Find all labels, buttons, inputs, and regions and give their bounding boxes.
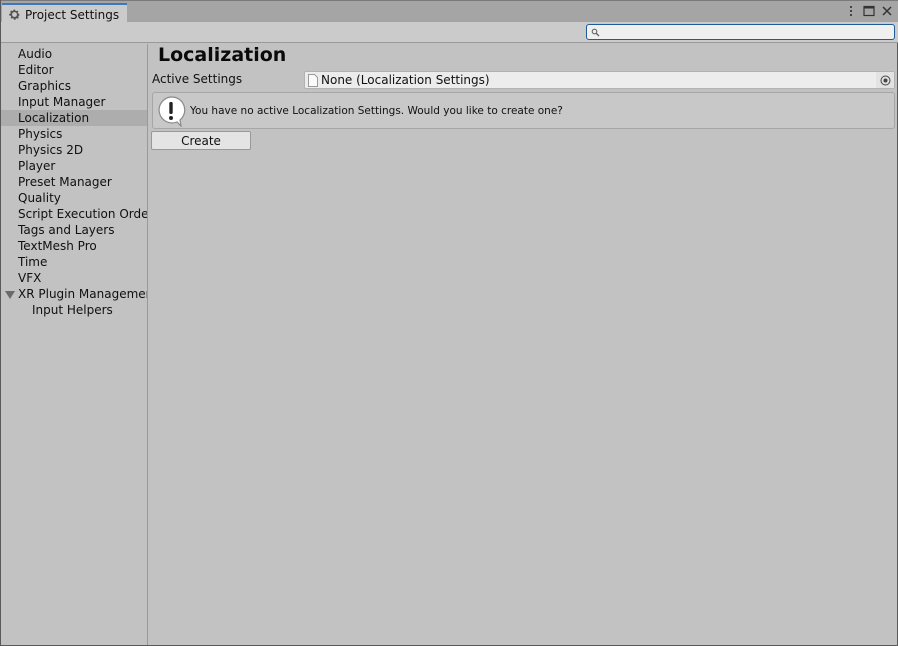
object-picker-icon[interactable]: [876, 72, 894, 88]
sidebar-item-player[interactable]: Player: [1, 158, 147, 174]
sidebar-item-xr-plugin-management[interactable]: XR Plugin Managemen: [1, 286, 147, 302]
search-icon: [591, 28, 600, 37]
toolbar: [1, 22, 898, 43]
page-title: Localization: [158, 44, 287, 66]
close-icon[interactable]: [880, 4, 894, 18]
window-controls: [844, 4, 894, 18]
settings-panel: Localization Active Settings None (Local…: [149, 44, 898, 645]
more-options-icon[interactable]: [844, 4, 858, 18]
expand-arrow-icon[interactable]: [5, 291, 15, 299]
sidebar-item-input-manager[interactable]: Input Manager: [1, 94, 147, 110]
sidebar-item-quality[interactable]: Quality: [1, 190, 147, 206]
active-settings-label: Active Settings: [152, 72, 243, 86]
warning-message: You have no active Localization Settings…: [190, 104, 563, 117]
warning-icon: [158, 95, 186, 127]
search-input[interactable]: [586, 24, 895, 40]
sidebar-item-physics[interactable]: Physics: [1, 126, 147, 142]
sidebar-item-preset-manager[interactable]: Preset Manager: [1, 174, 147, 190]
sidebar-item-graphics[interactable]: Graphics: [1, 78, 147, 94]
sidebar-item-textmesh-pro[interactable]: TextMesh Pro: [1, 238, 147, 254]
warning-help-box: You have no active Localization Settings…: [152, 92, 895, 129]
active-settings-field[interactable]: None (Localization Settings): [304, 71, 895, 89]
tab-title: Project Settings: [25, 7, 120, 22]
sidebar-item-input-helpers[interactable]: Input Helpers: [1, 302, 147, 318]
active-settings-value: None (Localization Settings): [321, 73, 490, 87]
sidebar-item-label: XR Plugin Managemen: [18, 287, 147, 301]
create-button[interactable]: Create: [151, 131, 251, 150]
sidebar-item-editor[interactable]: Editor: [1, 62, 147, 78]
sidebar-item-script-execution-order[interactable]: Script Execution Order: [1, 206, 147, 222]
tab-project-settings[interactable]: Project Settings: [2, 3, 127, 24]
sidebar-item-tags-and-layers[interactable]: Tags and Layers: [1, 222, 147, 238]
tab-bar: Project Settings: [1, 0, 898, 24]
sidebar-item-physics-2d[interactable]: Physics 2D: [1, 142, 147, 158]
document-icon: [308, 73, 318, 87]
project-settings-window: Project Settings Audio Editor Graphics I…: [0, 0, 898, 646]
sidebar-item-time[interactable]: Time: [1, 254, 147, 270]
sidebar-item-vfx[interactable]: VFX: [1, 270, 147, 286]
sidebar-item-localization[interactable]: Localization: [1, 110, 147, 126]
maximize-icon[interactable]: [862, 4, 876, 18]
sidebar-item-audio[interactable]: Audio: [1, 46, 147, 62]
gear-icon: [9, 9, 20, 20]
settings-sidebar: Audio Editor Graphics Input Manager Loca…: [1, 44, 148, 645]
